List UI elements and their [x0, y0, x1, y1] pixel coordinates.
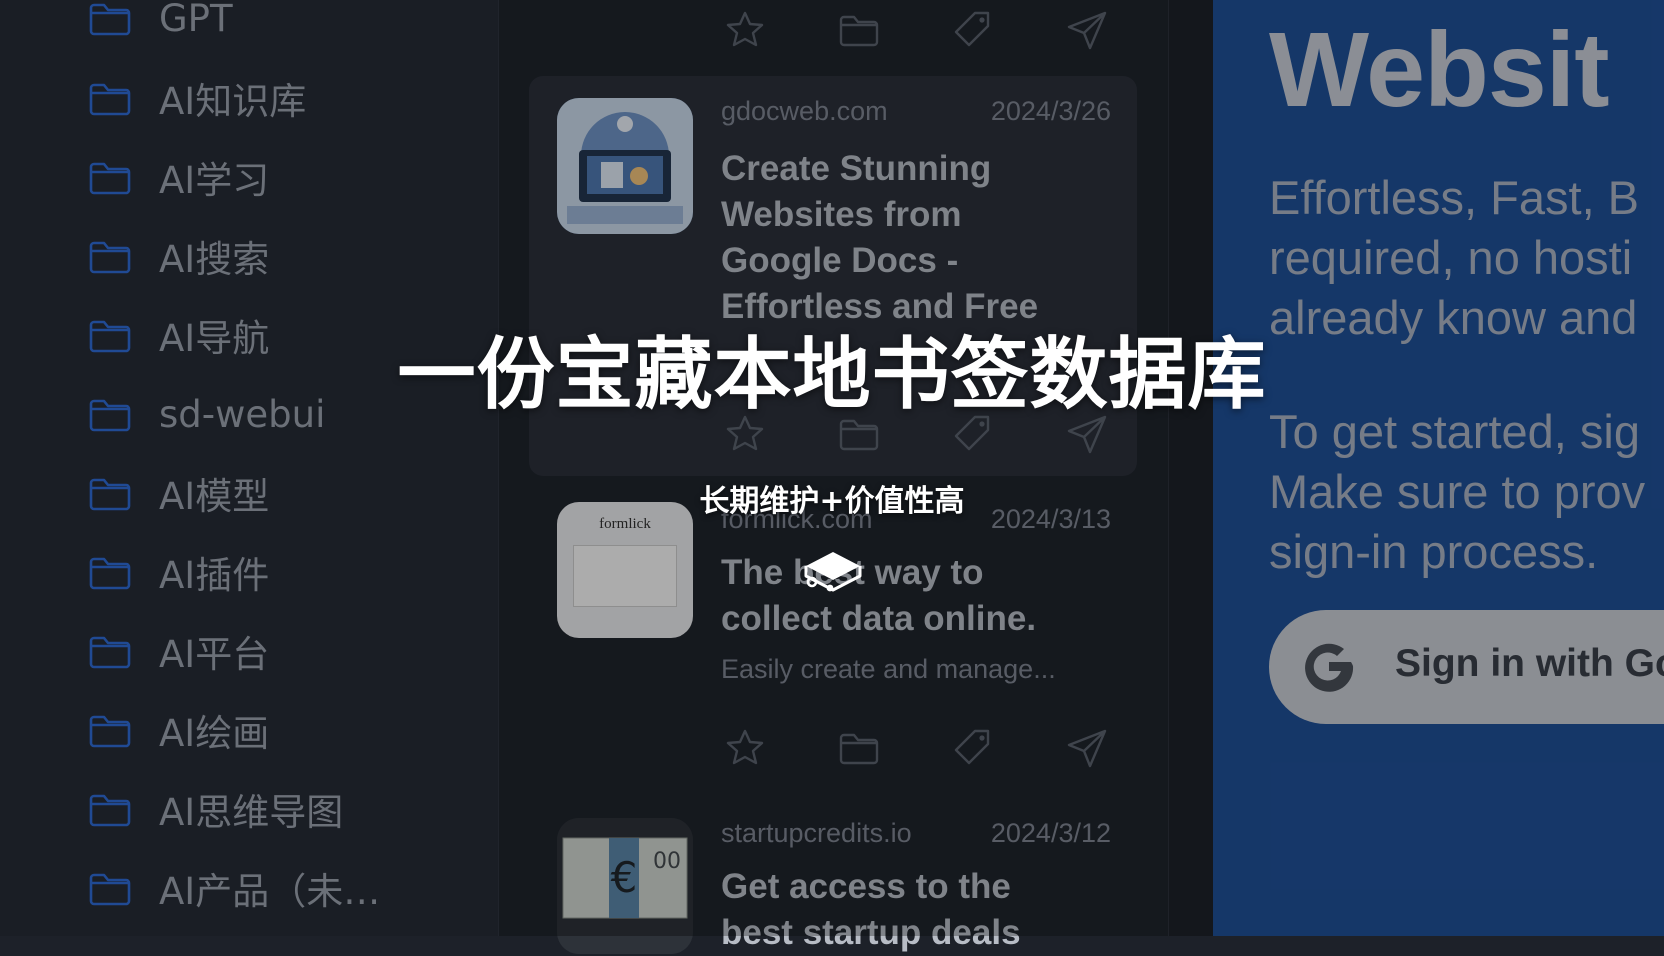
- app-logo-icon: [804, 552, 862, 592]
- promo-title: 一份宝藏本地书签数据库: [397, 330, 1267, 420]
- dim-overlay: [0, 0, 1664, 936]
- promo-subtitle: 长期维护+价值性高: [699, 484, 965, 519]
